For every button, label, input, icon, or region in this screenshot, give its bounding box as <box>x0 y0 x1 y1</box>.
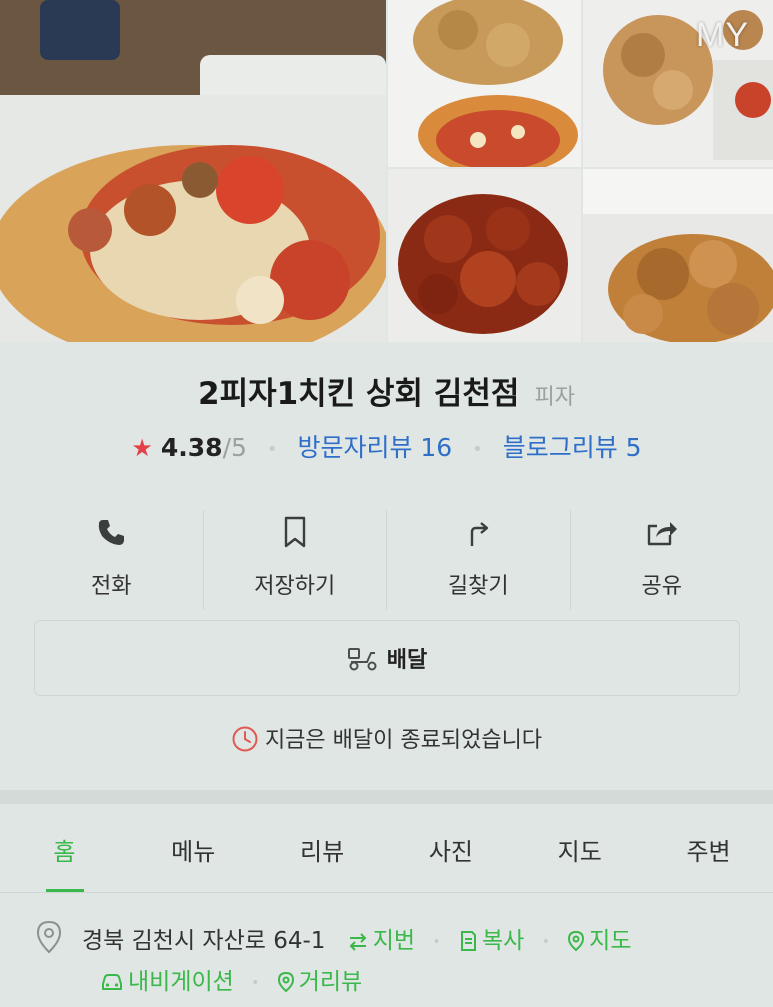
navigation-button[interactable]: 내비게이션 <box>100 969 241 995</box>
place-header: 2피자1치킨 상회 김천점 피자 <box>0 368 773 413</box>
gallery-photo-crispy-chicken[interactable] <box>583 169 773 342</box>
clock-icon <box>232 726 258 752</box>
place-category: 피자 <box>534 385 575 410</box>
my-badge[interactable]: MY <box>696 16 749 55</box>
separator-dot: • <box>472 438 483 460</box>
tab-home[interactable]: 홈 <box>0 804 129 892</box>
map-pin-icon <box>568 930 585 952</box>
delivery-button[interactable]: 배달 <box>34 620 740 696</box>
copy-label: 복사 <box>481 928 525 954</box>
share-button[interactable]: 공유 <box>571 510 754 610</box>
tab-menu[interactable]: 메뉴 <box>129 804 258 892</box>
location-pin-icon <box>36 920 62 954</box>
separator-dot: • <box>541 933 550 950</box>
view-map-button[interactable]: 지도 <box>567 928 632 954</box>
call-label: 전화 <box>91 574 132 599</box>
rating-row: ★ 4.38/5 • 방문자리뷰 16 • 블로그리뷰 5 <box>0 428 773 464</box>
jibun-toggle[interactable]: 지번 <box>347 928 423 954</box>
address-text: 경북 김천시 자산로 64-1 <box>82 928 326 954</box>
blog-reviews-link[interactable]: 블로그리뷰 5 <box>503 433 642 462</box>
section-divider <box>0 790 773 804</box>
copy-address-button[interactable]: 복사 <box>458 928 532 954</box>
jibun-label: 지번 <box>372 928 416 954</box>
tab-reviews[interactable]: 리뷰 <box>258 804 387 892</box>
map-label: 지도 <box>589 928 632 954</box>
street-view-button[interactable]: 거리뷰 <box>277 969 362 995</box>
separator-dot: • <box>266 438 278 460</box>
tab-bar: 홈 메뉴 리뷰 사진 지도 주변 <box>0 804 773 893</box>
separator-dot: • <box>251 974 260 991</box>
street-view-label: 거리뷰 <box>298 969 363 995</box>
directions-button[interactable]: 길찾기 <box>387 510 571 610</box>
phone-icon <box>99 520 125 545</box>
rating-score: 4.38 <box>160 433 223 462</box>
share-label: 공유 <box>641 574 682 599</box>
delivery-scooter-icon <box>347 648 377 671</box>
gallery-photo-seasoned-chicken[interactable] <box>388 169 581 342</box>
action-bar: 전화 저장하기 길찾기 공유 <box>20 510 753 610</box>
delivery-label: 배달 <box>386 648 428 673</box>
tab-map[interactable]: 지도 <box>515 804 644 892</box>
address-row: 경북 김천시 자산로 64-1 지번 • 복사 • 지도 <box>34 920 632 955</box>
car-icon <box>102 974 122 990</box>
rating-max: /5 <box>222 433 247 462</box>
copy-icon <box>460 931 476 951</box>
separator-dot: • <box>432 933 441 950</box>
directions-label: 길찾기 <box>447 574 509 599</box>
tab-photos[interactable]: 사진 <box>386 804 515 892</box>
save-button[interactable]: 저장하기 <box>204 510 387 610</box>
photo-gallery: MY <box>0 0 773 342</box>
address-actions-row: 내비게이션 • 거리뷰 <box>100 962 362 996</box>
gallery-photo-pizza[interactable] <box>0 0 386 342</box>
swap-arrows-icon <box>349 933 367 951</box>
share-icon <box>647 522 677 546</box>
delivery-notice-text: 지금은 배달이 종료되었습니다 <box>264 728 543 753</box>
visitor-reviews-link[interactable]: 방문자리뷰 16 <box>297 433 452 462</box>
place-name: 2피자1치킨 상회 김천점 <box>198 376 520 412</box>
save-label: 저장하기 <box>254 574 336 599</box>
tab-nearby[interactable]: 주변 <box>644 804 773 892</box>
delivery-closed-notice: 지금은 배달이 종료되었습니다 <box>0 722 773 754</box>
navigation-label: 내비게이션 <box>128 969 234 995</box>
directions-icon <box>471 522 489 546</box>
bookmark-icon <box>284 516 305 548</box>
call-button[interactable]: 전화 <box>20 510 204 610</box>
gallery-photo-chicken-pizza[interactable] <box>388 0 581 167</box>
street-view-pin-icon <box>277 971 294 993</box>
star-icon: ★ <box>131 434 153 462</box>
